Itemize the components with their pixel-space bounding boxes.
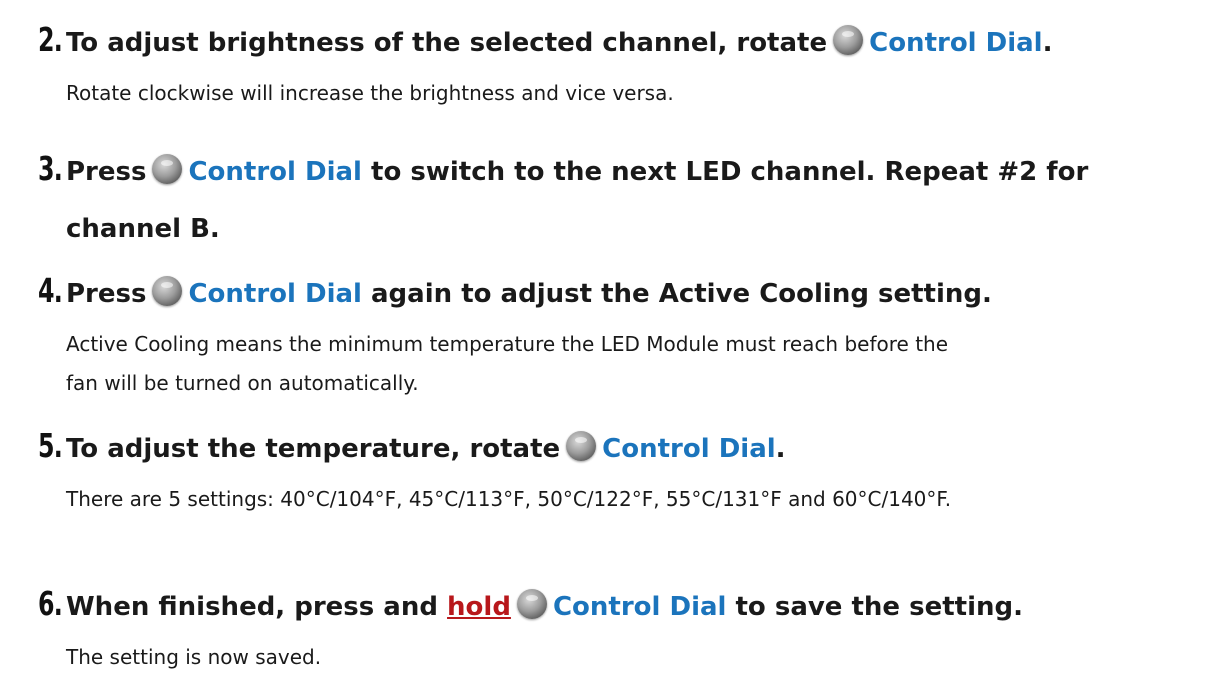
step-number: 3.: [38, 149, 63, 188]
control-dial-link: Control Dial: [602, 434, 776, 464]
heading-text: To adjust the temperature, rotate: [66, 434, 561, 464]
step-description: Rotate clockwise will increase the brigh…: [66, 81, 674, 105]
step-number: 5.: [38, 426, 63, 465]
step-heading-line2: channel B.: [66, 214, 220, 244]
heading-text: Press: [66, 279, 147, 309]
step-description: The setting is now saved.: [66, 645, 322, 669]
step-description-line2: fan will be turned on automatically.: [66, 371, 419, 395]
step-description: There are 5 settings: 40°C/104°F, 45°C/1…: [66, 487, 952, 511]
control-dial-icon: [516, 589, 547, 619]
control-dial-icon: [833, 25, 864, 55]
step-heading: Press Control Dial again to adjust the Ac…: [66, 271, 1205, 318]
step-heading: To adjust brightness of the selected cha…: [66, 20, 1205, 67]
heading-text: again to adjust the Active Cooling setti…: [371, 279, 992, 309]
control-dial-link: Control Dial: [552, 592, 727, 622]
control-dial-link: Control Dial: [188, 279, 362, 309]
step-heading: Press Control Dial to switch to the next …: [66, 149, 1205, 196]
step-heading: To adjust the temperature, rotate Control…: [66, 426, 1205, 473]
control-dial-link: Control Dial: [869, 28, 1043, 58]
heading-text: Press: [66, 157, 147, 187]
heading-text: .: [775, 434, 786, 464]
step-description: Active Cooling means the minimum tempera…: [66, 332, 949, 356]
step-number: 2.: [38, 20, 63, 59]
heading-text: to save the setting.: [735, 592, 1024, 622]
step-number: 6.: [38, 584, 63, 623]
heading-text: To adjust brightness of the selected cha…: [66, 28, 828, 58]
heading-text: to switch to the next LED channel. Repea…: [371, 157, 1089, 187]
control-dial-icon: [152, 276, 183, 306]
control-dial-icon: [152, 154, 183, 184]
control-dial-icon: [566, 431, 597, 461]
heading-text: When finished, press and: [66, 592, 438, 622]
heading-text: .: [1042, 28, 1053, 58]
hold-emphasis: hold: [447, 592, 511, 622]
control-dial-link: Control Dial: [188, 157, 362, 187]
step-number: 4.: [38, 271, 63, 310]
step-heading: When finished, press and hold Control Dia…: [66, 584, 1205, 631]
